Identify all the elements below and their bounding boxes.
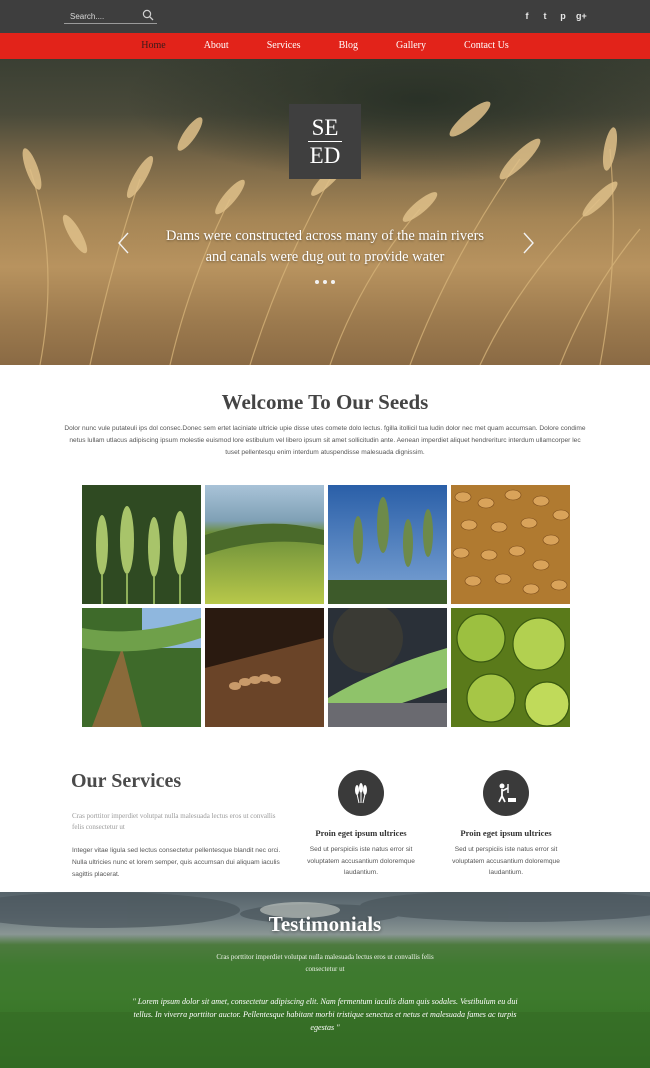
logo-text-top: SE [311, 115, 339, 140]
slider-dot[interactable] [331, 280, 335, 284]
google-plus-icon[interactable]: g+ [576, 10, 587, 22]
gallery-image-sunflower-seeds[interactable] [328, 608, 447, 727]
nav-item-about[interactable]: About [185, 33, 248, 59]
slider-next-arrow-icon[interactable] [522, 231, 536, 255]
gallery-image-green-field[interactable] [205, 485, 324, 604]
feature-text: Sed ut perspiciis iste natus error sit v… [452, 846, 560, 876]
facebook-icon[interactable]: f [522, 10, 532, 22]
nav-item-contact-us[interactable]: Contact Us [445, 33, 528, 59]
hero-caption-line1: Dams were constructed across many of the… [165, 228, 485, 244]
gallery-image-corn-leaves[interactable] [82, 608, 201, 727]
wheat-icon[interactable] [338, 770, 384, 816]
hero-caption-line2: and canals were dug out to provide water [205, 249, 445, 265]
nav-item-blog[interactable]: Blog [320, 33, 377, 59]
welcome-text: Dolor nunc vule putateuli ips dol consec… [64, 425, 586, 457]
hero-slider: SE ED Dams were constructed across many … [0, 59, 650, 365]
feature-title: Proin eget ipsum ultrices [315, 828, 407, 838]
testimonials-title: Testimonials [268, 912, 382, 936]
testimonials-section: Testimonials Cras porttitor imperdiet vo… [0, 892, 650, 1068]
testimonial-quote: " Lorem ipsum dolor sit amet, consectetu… [132, 997, 518, 1032]
twitter-icon[interactable]: t [540, 10, 550, 22]
welcome-title: Welcome To Our Seeds [221, 390, 429, 414]
service-feature: Proin eget ipsum ultrices Sed ut perspic… [286, 770, 436, 879]
search-icon[interactable] [142, 9, 154, 21]
pinterest-icon[interactable]: p [558, 10, 568, 22]
gallery-image-seeds-wood[interactable] [205, 608, 324, 727]
farmer-icon[interactable] [483, 770, 529, 816]
nav-item-home[interactable]: Home [122, 33, 184, 59]
testimonials-subtitle: Cras porttitor imperdiet volutpat nulla … [216, 953, 434, 973]
services-subtitle: Cras porttitor imperdiet volutpat nulla … [72, 812, 276, 831]
gallery-image-limes[interactable] [451, 608, 570, 727]
nav-item-services[interactable]: Services [248, 33, 320, 59]
main-nav: Home About Services Blog Gallery Contact… [0, 33, 650, 59]
services-title: Our Services [71, 770, 182, 792]
gallery-image-wheat-sky[interactable] [328, 485, 447, 604]
hero-caption: Dams were constructed across many of the… [140, 226, 510, 268]
nav-item-gallery[interactable]: Gallery [377, 33, 445, 59]
slider-dots [315, 280, 335, 284]
site-logo[interactable]: SE ED [289, 104, 361, 179]
search-input[interactable] [70, 9, 140, 23]
feature-title: Proin eget ipsum ultrices [460, 828, 552, 838]
gallery-image-grains[interactable] [451, 485, 570, 604]
feature-text: Sed ut perspiciis iste natus error sit v… [307, 846, 415, 876]
services-body: Integer vitae ligula sed lectus consecte… [72, 847, 281, 878]
logo-text-bottom: ED [309, 143, 341, 168]
social-links: f t p g+ [522, 10, 587, 22]
gallery-grid [82, 485, 572, 727]
slider-prev-arrow-icon[interactable] [116, 231, 130, 255]
slider-dot[interactable] [323, 280, 327, 284]
slider-dot[interactable] [315, 280, 319, 284]
logo-divider [308, 141, 342, 142]
gallery-image-wheat-ears[interactable] [82, 485, 201, 604]
service-feature: Proin eget ipsum ultrices Sed ut perspic… [431, 770, 581, 879]
search-box [64, 8, 157, 24]
top-bar: f t p g+ [0, 0, 650, 33]
